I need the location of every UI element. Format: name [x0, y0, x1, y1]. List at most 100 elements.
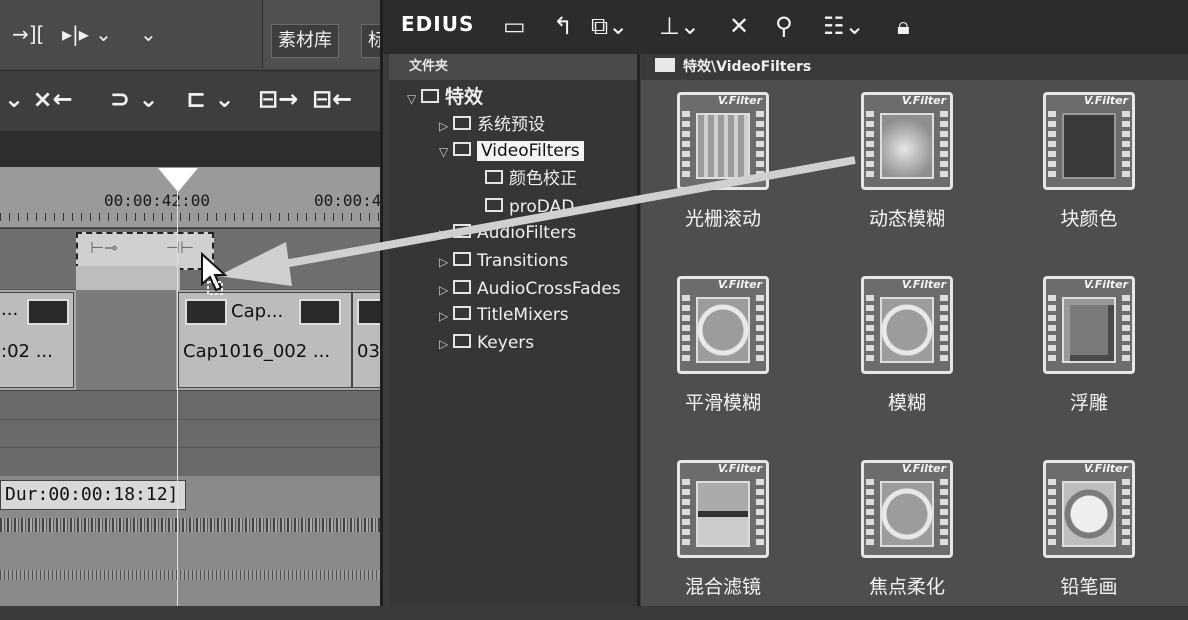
- filter-item[interactable]: V.Filter 浮雕: [1029, 276, 1149, 436]
- film-sprocket: [756, 111, 764, 181]
- filter-card: V.Filter: [1043, 92, 1135, 190]
- filter-item[interactable]: V.Filter 焦点柔化: [847, 460, 967, 620]
- filter-name: 焦点柔化: [868, 576, 945, 598]
- folder-icon[interactable]: ▭: [503, 12, 526, 40]
- filter-thumbnail: [696, 297, 750, 363]
- import-icon[interactable]: ⊥⌄: [659, 12, 700, 40]
- filter-name: 光栅滚动: [684, 208, 761, 230]
- tree-item-label: 特效: [445, 86, 484, 108]
- folder-icon: [453, 116, 471, 130]
- folder-icon: [453, 306, 471, 320]
- expand-toggle-icon[interactable]: ▷: [439, 221, 453, 247]
- copy-icon[interactable]: ⧉⌄: [591, 12, 628, 40]
- track-divider: [0, 419, 392, 420]
- video-clip[interactable]: Cap... Cap1016_002 ...: [178, 292, 352, 388]
- properties-icon[interactable]: ⚲: [775, 12, 793, 40]
- tree-item-label: TitleMixers: [477, 305, 569, 325]
- filter-name: 浮雕: [1069, 392, 1108, 414]
- timecode-label: 00:00:4: [314, 191, 382, 210]
- tree-item-label: proDAD: [509, 197, 575, 217]
- film-sprocket: [1122, 479, 1130, 549]
- filter-tag: V.Filter: [901, 278, 946, 291]
- clip-filename: 03: [357, 341, 380, 362]
- delete-move-icon[interactable]: ⌄ ×←: [4, 85, 73, 113]
- clip-filename: :02 ...: [1, 341, 53, 362]
- film-sprocket: [1122, 111, 1130, 181]
- view-icon[interactable]: ☷⌄: [823, 12, 865, 40]
- filter-tag: V.Filter: [717, 462, 762, 475]
- filter-thumbnail: [880, 297, 934, 363]
- tree-item[interactable]: ▷ AudioCrossFades: [439, 276, 621, 302]
- clip-name: Cap...: [231, 301, 284, 322]
- lock-icon[interactable]: 🔒︎: [897, 12, 910, 40]
- filter-item[interactable]: V.Filter 混合滤镜: [663, 460, 783, 620]
- clip-duration-label: Dur:00:00:18:12]: [0, 480, 186, 510]
- expand-toggle-icon[interactable]: ▷: [439, 331, 453, 357]
- tree-item[interactable]: ▽ 特效: [407, 84, 483, 110]
- timeline-window: →][ ▸|▸ ⌄ ⌄ 素材库 标 ⌄ ×← ⊃ ⌄ ⊏ ⌄ ⊟→ ⊟← 00:…: [0, 0, 392, 606]
- set-out-icon[interactable]: ⊟←: [312, 85, 352, 113]
- tree-item[interactable]: ▷ TitleMixers: [439, 302, 569, 328]
- clip-marker-icon: ⊣⊢: [166, 238, 194, 257]
- timeline-header-band: [0, 131, 392, 167]
- audio-waveform: [0, 518, 392, 532]
- expand-toggle-icon[interactable]: ▷: [439, 303, 453, 329]
- expand-toggle-icon[interactable]: ▷: [439, 277, 453, 303]
- film-sprocket: [682, 479, 690, 549]
- ruler-ticks: [0, 213, 392, 221]
- clip-filename: Cap1016_002 ...: [183, 341, 331, 362]
- filter-card: V.Filter: [677, 276, 769, 374]
- filter-tag: V.Filter: [1083, 278, 1128, 291]
- edit-toolbar: ⌄ ×← ⊃ ⌄ ⊏ ⌄ ⊟→ ⊟←: [0, 71, 392, 131]
- folder-icon: [485, 170, 503, 184]
- insert-mode-icon[interactable]: ▸|▸ ⌄: [62, 22, 112, 46]
- filter-name: 混合滤镜: [684, 576, 761, 598]
- video-clip[interactable]: ... :02 ...: [0, 292, 74, 388]
- expand-toggle-icon[interactable]: ▷: [439, 249, 453, 275]
- filter-item[interactable]: V.Filter 模糊: [847, 276, 967, 436]
- expand-toggle-icon[interactable]: ▷: [439, 113, 453, 139]
- tree-item[interactable]: 颜色校正: [471, 166, 577, 192]
- film-sprocket: [866, 295, 874, 365]
- film-sprocket: [1048, 479, 1056, 549]
- expand-toggle-icon[interactable]: ▽: [407, 86, 421, 112]
- redo-icon[interactable]: ⊏ ⌄: [186, 85, 235, 113]
- tree-item[interactable]: ▷ Transitions: [439, 248, 568, 274]
- dropdown-icon[interactable]: ⌄: [140, 22, 157, 46]
- empty-track[interactable]: [0, 390, 392, 477]
- expand-toggle-icon[interactable]: ▽: [439, 139, 453, 165]
- filter-item[interactable]: V.Filter 平滑模糊: [663, 276, 783, 436]
- folder-icon: [485, 198, 503, 212]
- filter-item[interactable]: V.Filter 铅笔画: [1029, 460, 1149, 620]
- playhead-handle[interactable]: [158, 168, 198, 192]
- tree-item-label: Transitions: [477, 251, 569, 271]
- dragged-filter-clip[interactable]: ⊢⊸ ⊣⊢: [76, 232, 214, 270]
- folder-tree-panel: 文件夹 ▽ 特效 ▷ 系统预设 ▽ VideoFilters 颜色校正 proDAD ▷ Audi…: [389, 54, 640, 606]
- filter-item[interactable]: V.Filter 块颜色: [1029, 92, 1149, 252]
- up-icon[interactable]: ↰: [553, 12, 573, 40]
- folder-icon: [453, 224, 471, 238]
- tab-asset-bin[interactable]: 素材库: [271, 24, 339, 58]
- tree-item[interactable]: ▽ VideoFilters: [439, 138, 584, 164]
- set-in-icon[interactable]: ⊟→: [258, 85, 298, 113]
- tree-item[interactable]: proDAD: [471, 194, 574, 220]
- clip-marker-icon: ⊢⊸: [90, 238, 118, 257]
- film-sprocket: [682, 111, 690, 181]
- audio-waveform: [0, 570, 392, 580]
- delete-icon[interactable]: ✕: [729, 12, 749, 40]
- tree-item[interactable]: ▷ Keyers: [439, 330, 534, 356]
- mouse-cursor-icon: [201, 252, 228, 295]
- tree-item[interactable]: ▷ AudioFilters: [439, 220, 576, 246]
- filter-tag: V.Filter: [901, 462, 946, 475]
- folder-icon: [655, 58, 675, 72]
- tree-item-label: Keyers: [477, 333, 535, 353]
- undo-icon[interactable]: ⊃ ⌄: [110, 85, 159, 113]
- trim-icon[interactable]: →][: [12, 22, 44, 46]
- filter-item[interactable]: V.Filter 光栅滚动: [663, 92, 783, 252]
- video-track[interactable]: ... :02 ... Cap... Cap1016_002 ... 03: [0, 290, 392, 390]
- drop-region: [76, 266, 180, 290]
- tree-item[interactable]: ▷ 系统预设: [439, 112, 545, 138]
- folder-icon: [453, 334, 471, 348]
- filter-item[interactable]: V.Filter 动态模糊: [847, 92, 967, 252]
- clip-thumbnail: [299, 299, 341, 325]
